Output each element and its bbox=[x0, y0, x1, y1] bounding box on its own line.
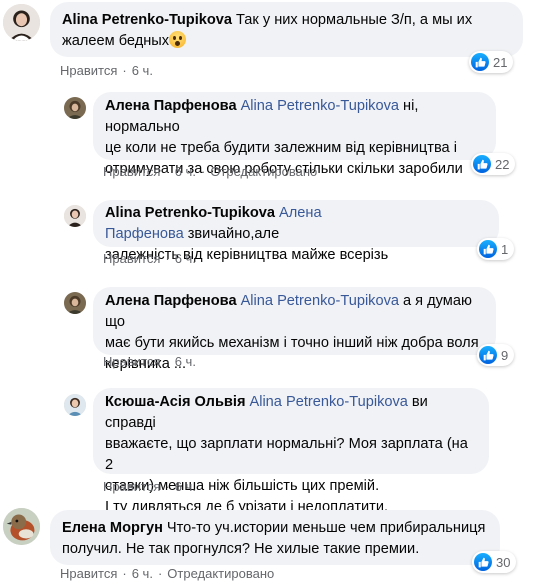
comment-author[interactable]: Елена Моргун bbox=[62, 520, 163, 536]
reaction-counter[interactable]: 21 bbox=[469, 51, 514, 73]
comment-text: це коли не треба будити залежним від кер… bbox=[105, 140, 457, 156]
comment-text: Так у них нормальные З/п, а мы их bbox=[236, 12, 473, 28]
comment-timestamp[interactable]: 6 ч. bbox=[175, 479, 196, 494]
reaction-counter[interactable]: 30 bbox=[472, 551, 517, 573]
comment-bubble: Алена Парфенова Alina Petrenko-Tupikova а … bbox=[93, 287, 496, 372]
like-thumb-icon bbox=[479, 240, 497, 258]
comment-author[interactable]: Alina Petrenko-Tupikova bbox=[105, 205, 275, 221]
comment-actions: Нравится · 6 ч. bbox=[103, 251, 196, 266]
comment-timestamp[interactable]: 6 ч. bbox=[175, 354, 196, 369]
comment-text: получил. Не так прогнулся? Не хилые таки… bbox=[62, 541, 420, 557]
like-button[interactable]: Нравится bbox=[60, 566, 117, 581]
comment-actions: Нравится · 6 ч. bbox=[103, 479, 196, 494]
avatar[interactable] bbox=[64, 394, 86, 416]
reaction-counter[interactable]: 22 bbox=[471, 153, 516, 175]
comment-author[interactable]: Ксюша-Асія Ольвія bbox=[105, 394, 245, 410]
reaction-count: 22 bbox=[495, 156, 510, 172]
comment-timestamp[interactable]: 6 ч. bbox=[132, 566, 153, 581]
like-button[interactable]: Нравится bbox=[103, 164, 160, 179]
profile-photo bbox=[64, 205, 86, 227]
comment-text: вважаєте, що зарплати нормальні? Моя зар… bbox=[105, 436, 468, 473]
comment-bubble: Alina Petrenko-Tupikova Так у них нормаль… bbox=[50, 2, 523, 57]
like-thumb-icon bbox=[471, 53, 489, 71]
profile-photo bbox=[64, 394, 86, 416]
comment-text: має бути якийсь механізм і точно інший н… bbox=[105, 335, 479, 351]
reaction-counter[interactable]: 9 bbox=[477, 344, 515, 366]
separator-dot: · bbox=[122, 63, 127, 78]
profile-photo bbox=[64, 97, 86, 119]
comment-bubble: Ксюша-Асія Ольвія Alina Petrenko-Tupikova… bbox=[93, 388, 489, 515]
profile-photo bbox=[3, 508, 40, 545]
comment-timestamp[interactable]: 6 ч. bbox=[175, 251, 196, 266]
separator-dot: · bbox=[122, 566, 127, 581]
comment-text: жалеем бедных bbox=[62, 33, 170, 49]
comment-author[interactable]: Alina Petrenko-Tupikova bbox=[62, 12, 232, 28]
comment-text: Что-то уч.истории меньше чем прибиральни… bbox=[166, 520, 486, 536]
comment-actions: Нравится · 6 ч. bbox=[103, 354, 196, 369]
mention-link[interactable]: Alina Petrenko-Tupikova bbox=[241, 293, 399, 309]
reaction-count: 21 bbox=[493, 54, 508, 70]
separator-dot: · bbox=[165, 479, 170, 494]
like-button[interactable]: Нравится bbox=[103, 354, 160, 369]
edited-label[interactable]: Отредактировано bbox=[167, 566, 274, 581]
avatar[interactable] bbox=[3, 4, 40, 41]
profile-photo bbox=[64, 292, 86, 314]
comment-bubble: Елена Моргун Что-то уч.истории меньше чем… bbox=[50, 510, 500, 565]
comment-timestamp[interactable]: 6 ч. bbox=[132, 63, 153, 78]
like-button[interactable]: Нравится bbox=[103, 479, 160, 494]
reaction-count: 9 bbox=[501, 347, 509, 363]
separator-dot: · bbox=[165, 354, 170, 369]
comment-actions: Нравится · 6 ч. bbox=[60, 63, 153, 78]
mention-link[interactable]: Alina Petrenko-Tupikova bbox=[249, 394, 407, 410]
astonished-emoji-icon bbox=[169, 31, 187, 48]
avatar[interactable] bbox=[3, 508, 40, 545]
reaction-count: 30 bbox=[496, 554, 511, 570]
profile-photo bbox=[3, 4, 40, 41]
mention-link[interactable]: Alina Petrenko-Tupikova bbox=[241, 98, 399, 114]
comment-text: звичайно,але bbox=[187, 226, 280, 242]
comment-bubble: Алена Парфенова Alina Petrenko-Tupikova ні… bbox=[93, 92, 496, 177]
comment-timestamp[interactable]: 6 ч. bbox=[175, 164, 196, 179]
separator-dot: · bbox=[200, 164, 206, 179]
avatar[interactable] bbox=[64, 97, 86, 119]
separator-dot: · bbox=[165, 251, 170, 266]
comment-bubble: Alina Petrenko-Tupikova Алена Парфенова зв… bbox=[93, 200, 499, 263]
avatar[interactable] bbox=[64, 292, 86, 314]
like-thumb-icon bbox=[479, 346, 497, 364]
comment-author[interactable]: Алена Парфенова bbox=[105, 293, 237, 309]
comment-author[interactable]: Алена Парфенова bbox=[105, 98, 237, 114]
avatar[interactable] bbox=[64, 205, 86, 227]
like-button[interactable]: Нравится bbox=[60, 63, 117, 78]
like-thumb-icon bbox=[474, 553, 492, 571]
reaction-count: 1 bbox=[501, 241, 509, 257]
comment-actions: Нравится · 6 ч. · Отредактировано bbox=[103, 164, 317, 179]
comment-actions: Нравится · 6 ч. · Отредактировано bbox=[60, 566, 274, 581]
separator-dot: · bbox=[157, 566, 163, 581]
reaction-counter[interactable]: 1 bbox=[477, 238, 515, 260]
separator-dot: · bbox=[165, 164, 170, 179]
like-button[interactable]: Нравится bbox=[103, 251, 160, 266]
edited-label[interactable]: Отредактировано bbox=[210, 164, 317, 179]
like-thumb-icon bbox=[473, 155, 491, 173]
